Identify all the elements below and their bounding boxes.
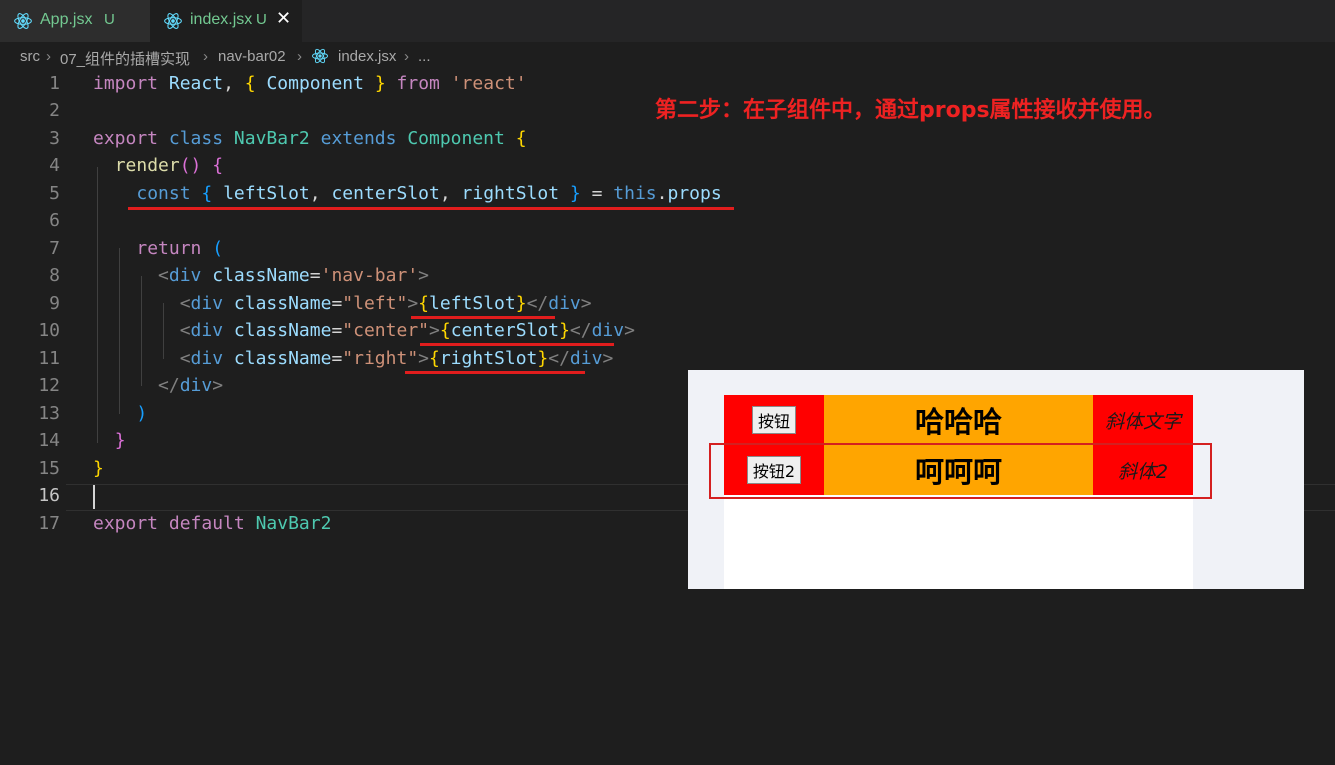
highlight-box: [709, 443, 1212, 499]
line-number: 7: [49, 238, 60, 259]
breadcrumb-item[interactable]: src: [20, 48, 40, 65]
editor-tab-bar: App.jsx U index.jsx U ✕: [0, 0, 1335, 42]
annotation-text: 第二步：在子组件中，通过props属性接收并使用。: [655, 98, 1166, 123]
line-number: 14: [38, 430, 60, 451]
line-number: 4: [49, 155, 60, 176]
code-line: 10 <div className="center">{centerSlot}<…: [0, 317, 1335, 344]
line-number: 5: [49, 183, 60, 204]
browser-preview: 按钮 哈哈哈 斜体文字 按钮2 呵呵呵 斜体2: [688, 370, 1304, 589]
code-text: const { leftSlot, centerSlot, rightSlot …: [136, 183, 722, 204]
react-icon: [14, 13, 32, 29]
annotation-underline: [405, 371, 585, 374]
code-line: 8 <div className='nav-bar'>: [0, 262, 1335, 289]
nav-bar: 按钮 哈哈哈 斜体文字: [724, 395, 1193, 445]
code-line: 5 const { leftSlot, centerSlot, rightSlo…: [0, 180, 1335, 207]
code-text: import React, { Component } from 'react': [93, 73, 527, 94]
code-line: 4 render() {: [0, 152, 1335, 179]
code-text: export default NavBar2: [93, 513, 332, 534]
code-text: }: [93, 458, 104, 479]
close-icon[interactable]: ✕: [276, 8, 291, 29]
tab-label: index.jsx: [190, 11, 253, 28]
tab-index-jsx[interactable]: index.jsx U ✕: [150, 0, 302, 42]
line-number: 1: [49, 73, 60, 94]
code-text: </div>: [158, 375, 224, 396]
breadcrumb-item[interactable]: nav-bar02: [218, 48, 286, 65]
code-text: }: [114, 430, 126, 451]
code-line: 6: [0, 207, 1335, 234]
line-number: 15: [38, 458, 60, 479]
annotation-underline: [128, 207, 734, 210]
line-number: 2: [49, 100, 60, 121]
chevron-right-icon: ›: [404, 48, 409, 65]
line-number: 6: [49, 210, 60, 231]
line-number: 13: [38, 403, 60, 424]
breadcrumb-item[interactable]: 07_组件的插槽实现: [60, 48, 190, 69]
line-number: 9: [49, 293, 60, 314]
line-number: 8: [49, 265, 60, 286]
line-number: 10: [38, 320, 60, 341]
tab-app-jsx[interactable]: App.jsx U: [0, 0, 150, 42]
nav-left: 按钮: [724, 395, 824, 445]
nav-center: 哈哈哈: [824, 395, 1093, 445]
code-text: ): [136, 403, 148, 424]
code-text: return (: [136, 238, 224, 259]
code-line: 3 export class NavBar2 extends Component…: [0, 125, 1335, 152]
code-line: 11 <div className="right">{rightSlot}</d…: [0, 345, 1335, 372]
code-text: <div className="center">{centerSlot}</di…: [179, 320, 635, 341]
line-number: 12: [38, 375, 60, 396]
code-text: export class NavBar2 extends Component {: [93, 128, 527, 149]
react-icon: [312, 48, 328, 64]
react-icon: [164, 13, 182, 29]
untracked-badge: U: [256, 11, 267, 28]
annotation-underline: [411, 316, 555, 319]
code-text: <div className="right">{rightSlot}</div>: [179, 348, 614, 369]
chevron-right-icon: ›: [297, 48, 302, 65]
tab-label: App.jsx: [40, 11, 93, 28]
chevron-right-icon: ›: [203, 48, 208, 65]
line-number: 17: [38, 513, 60, 534]
breadcrumb-item[interactable]: ...: [418, 48, 431, 65]
code-line: 7 return (: [0, 235, 1335, 262]
line-number: 3: [49, 128, 60, 149]
code-text: render() {: [114, 155, 224, 176]
annotation-underline: [420, 343, 614, 346]
untracked-badge: U: [104, 11, 115, 28]
code-text: <div className='nav-bar'>: [158, 265, 430, 286]
preview-button[interactable]: 按钮: [751, 406, 796, 434]
line-number: 16: [38, 485, 60, 506]
code-line: 9 <div className="left">{leftSlot}</div>: [0, 290, 1335, 317]
breadcrumb: src › 07_组件的插槽实现 › nav-bar02 › index.jsx…: [0, 42, 1335, 70]
nav-right: 斜体文字: [1093, 395, 1193, 445]
code-text: <div className="left">{leftSlot}</div>: [179, 293, 592, 314]
breadcrumb-item[interactable]: index.jsx: [338, 48, 396, 65]
line-number: 11: [38, 348, 60, 369]
chevron-right-icon: ›: [46, 48, 51, 65]
